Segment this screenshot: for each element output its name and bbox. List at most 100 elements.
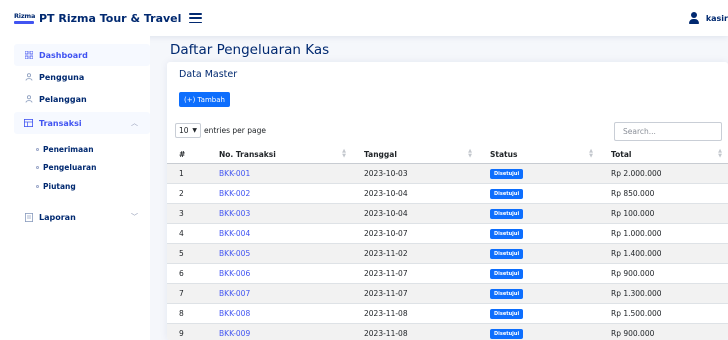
table-cell: 5: [167, 243, 207, 264]
sidebar-item-transaksi[interactable]: Transaksi ︿: [14, 112, 150, 134]
table-row: 1 BKK-001 2023-10-03 Disetujui Rp 2.000.000: [167, 163, 728, 184]
transaction-total: Rp 1.500.000: [611, 308, 662, 318]
transaction-link[interactable]: BKK-001: [219, 169, 250, 178]
table-cell: Rp 1.500.000: [599, 303, 728, 324]
page-title: Daftar Pengeluaran Kas: [170, 42, 330, 58]
logo-icon: Rizma: [14, 12, 36, 24]
table-cell: Rp 1.400.000: [599, 243, 728, 264]
hamburger-menu-icon[interactable]: [189, 13, 203, 23]
sidebar-item-laporan[interactable]: Laporan ﹀: [14, 206, 150, 228]
sidebar-subitem-label: Pengeluaran: [43, 162, 97, 172]
table-cell: 3: [167, 203, 207, 224]
table-cell: Disetujui: [478, 203, 599, 224]
transaction-date: 2023-10-07: [364, 228, 408, 238]
circle-icon: [36, 184, 39, 188]
transaction-link[interactable]: BKK-006: [219, 269, 250, 278]
sidebar: Dashboard Pengguna Pelanggan Transaksi ︿…: [0, 36, 150, 340]
transaction-total: Rp 1.300.000: [611, 288, 662, 298]
user-menu[interactable]: kasir: [688, 0, 728, 36]
chevron-down-icon: ﹀: [131, 213, 138, 221]
table-row: 7 BKK-007 2023-11-07 Disetujui Rp 1.300.000: [167, 283, 728, 304]
table-icon: [24, 119, 33, 128]
transaction-total: Rp 2.000.000: [611, 168, 662, 178]
entries-per-page: 10 ▼ entries per page: [175, 123, 266, 138]
table-row: 9 BKK-009 2023-11-08 Disetujui Rp 900.000: [167, 323, 728, 340]
card-title: Data Master: [179, 69, 238, 80]
logo[interactable]: Rizma PT Rizma Tour & Travel: [14, 12, 181, 25]
sort-icon: ▲ ▼: [468, 148, 472, 159]
sidebar-item-pengguna[interactable]: Pengguna: [14, 66, 150, 88]
table-cell: Disetujui: [478, 303, 599, 324]
table-cell: 2: [167, 183, 207, 204]
table-cell: BKK-004: [207, 223, 352, 244]
sort-icon: ▲ ▼: [342, 148, 346, 159]
user-icon: [688, 12, 700, 24]
row-number: 6: [179, 268, 184, 278]
table-cell: 8: [167, 303, 207, 324]
sidebar-item-pelanggan[interactable]: Pelanggan: [14, 88, 150, 110]
table-cell: Rp 900.000: [599, 323, 728, 340]
transaction-link[interactable]: BKK-002: [219, 189, 250, 198]
column-header-number[interactable]: #: [167, 146, 207, 164]
table-cell: Disetujui: [478, 243, 599, 264]
circle-icon: [36, 147, 39, 151]
transaction-link[interactable]: BKK-005: [219, 249, 250, 258]
table-cell: BKK-001: [207, 163, 352, 184]
table-cell: BKK-009: [207, 323, 352, 340]
sidebar-item-label: Laporan: [39, 212, 76, 222]
entries-select[interactable]: 10 ▼: [175, 123, 201, 138]
table-cell: 2023-10-07: [352, 223, 478, 244]
sidebar-subitem-piutang[interactable]: Piutang: [36, 179, 76, 193]
transaction-date: 2023-10-04: [364, 208, 408, 218]
row-number: 8: [179, 308, 184, 318]
search-input[interactable]: [614, 122, 722, 141]
circle-icon: [36, 165, 39, 169]
table-cell: 2023-11-07: [352, 283, 478, 304]
data-card: Data Master (+) Tambah 10 ▼ entries per …: [167, 62, 728, 340]
transaction-link[interactable]: BKK-007: [219, 289, 250, 298]
transaction-link[interactable]: BKK-004: [219, 229, 250, 238]
table-cell: Rp 1.300.000: [599, 283, 728, 304]
column-header-status[interactable]: Status ▲ ▼: [478, 146, 599, 164]
top-header: Rizma PT Rizma Tour & Travel kasir: [0, 0, 728, 36]
column-header-total[interactable]: Total ▲ ▼: [599, 146, 728, 164]
sidebar-item-dashboard[interactable]: Dashboard: [14, 44, 150, 66]
sidebar-item-label: Transaksi: [39, 118, 82, 128]
status-badge: Disetujui: [490, 188, 524, 199]
table-cell: 2023-10-04: [352, 183, 478, 204]
column-header-no-transaksi[interactable]: No. Transaksi ▲ ▼: [207, 146, 352, 164]
row-number: 2: [179, 188, 184, 198]
transaction-link[interactable]: BKK-009: [219, 329, 250, 338]
sidebar-subitem-pengeluaran[interactable]: Pengeluaran: [36, 160, 96, 174]
row-number: 5: [179, 248, 184, 258]
table-cell: BKK-008: [207, 303, 352, 324]
table-cell: Disetujui: [478, 223, 599, 244]
transaction-link[interactable]: BKK-003: [219, 209, 250, 218]
table-cell: 2023-11-08: [352, 323, 478, 340]
transaction-date: 2023-11-07: [364, 288, 408, 298]
table-cell: 2023-11-02: [352, 243, 478, 264]
table-cell: 2023-10-03: [352, 163, 478, 184]
table-cell: Disetujui: [478, 263, 599, 284]
add-button[interactable]: (+) Tambah: [179, 92, 230, 107]
table-cell: Disetujui: [478, 323, 599, 340]
person-icon: [24, 73, 33, 82]
status-badge: Disetujui: [490, 328, 524, 339]
status-badge: Disetujui: [490, 288, 524, 299]
sidebar-subitem-penerimaan[interactable]: Penerimaan: [36, 142, 94, 156]
row-number: 3: [179, 208, 184, 218]
transaction-date: 2023-11-08: [364, 328, 408, 338]
transaction-date: 2023-11-02: [364, 248, 408, 258]
transaction-total: Rp 1.400.000: [611, 248, 662, 258]
logo-text: Rizma: [14, 12, 36, 20]
transaction-link[interactable]: BKK-008: [219, 309, 250, 318]
column-header-tanggal[interactable]: Tanggal ▲ ▼: [352, 146, 478, 164]
table-cell: 2023-10-04: [352, 203, 478, 224]
table-row: 2 BKK-002 2023-10-04 Disetujui Rp 850.000: [167, 183, 728, 204]
table-cell: 2023-11-07: [352, 263, 478, 284]
transaction-date: 2023-10-04: [364, 188, 408, 198]
sort-icon: ▲ ▼: [718, 148, 722, 159]
transaction-date: 2023-11-07: [364, 268, 408, 278]
row-number: 1: [179, 168, 184, 178]
status-badge: Disetujui: [490, 308, 524, 319]
